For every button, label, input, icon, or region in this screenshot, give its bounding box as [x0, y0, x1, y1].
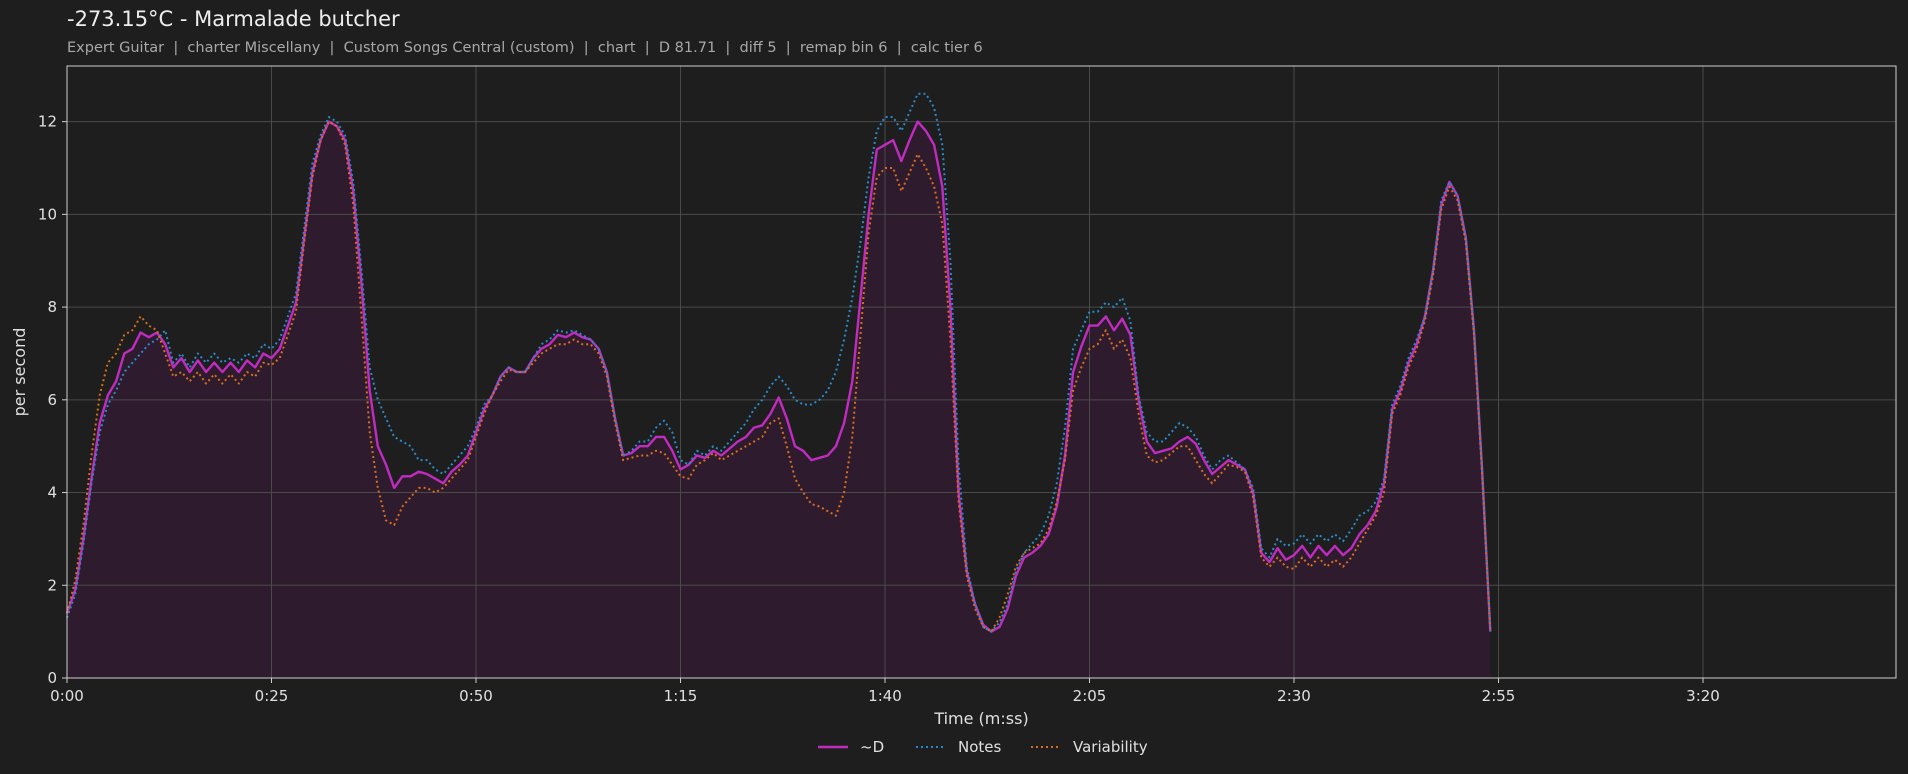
- y-tick-label: 10: [38, 205, 57, 223]
- y-tick-label: 8: [47, 298, 57, 316]
- y-tick-layer: 0 2 4 6 8 10 12: [38, 113, 67, 687]
- y-axis-label: per second: [10, 328, 29, 417]
- y-tick-label: 2: [47, 576, 57, 594]
- y-tick-label: 12: [38, 113, 57, 131]
- y-tick-label: 4: [47, 484, 57, 502]
- x-tick-label: 1:40: [868, 687, 902, 705]
- x-tick-label: 2:55: [1482, 687, 1516, 705]
- legend-label: ~D: [860, 738, 884, 756]
- x-tick-label: 3:20: [1686, 687, 1720, 705]
- legend: ~D Notes Variability: [818, 738, 1148, 756]
- legend-label: Variability: [1073, 738, 1148, 756]
- chart-svg: 0:00 0:25 0:50 1:15 1:40 2:05 2:30 2:55 3:20 0 2 4…: [10, 65, 1897, 756]
- legend-label: Notes: [958, 738, 1002, 756]
- y-tick-label: 0: [47, 669, 57, 687]
- x-tick-label: 2:05: [1073, 687, 1107, 705]
- y-tick-label: 6: [47, 391, 57, 409]
- x-tick-label: 0:00: [50, 687, 84, 705]
- x-tick-label: 0:25: [255, 687, 289, 705]
- x-tick-label: 0:50: [459, 687, 493, 705]
- x-tick-label: 2:30: [1277, 687, 1311, 705]
- x-axis-label: Time (m:ss): [933, 709, 1028, 728]
- x-tick-label: 1:15: [664, 687, 698, 705]
- x-tick-layer: 0:00 0:25 0:50 1:15 1:40 2:05 2:30 2:55 3:20: [50, 678, 1720, 705]
